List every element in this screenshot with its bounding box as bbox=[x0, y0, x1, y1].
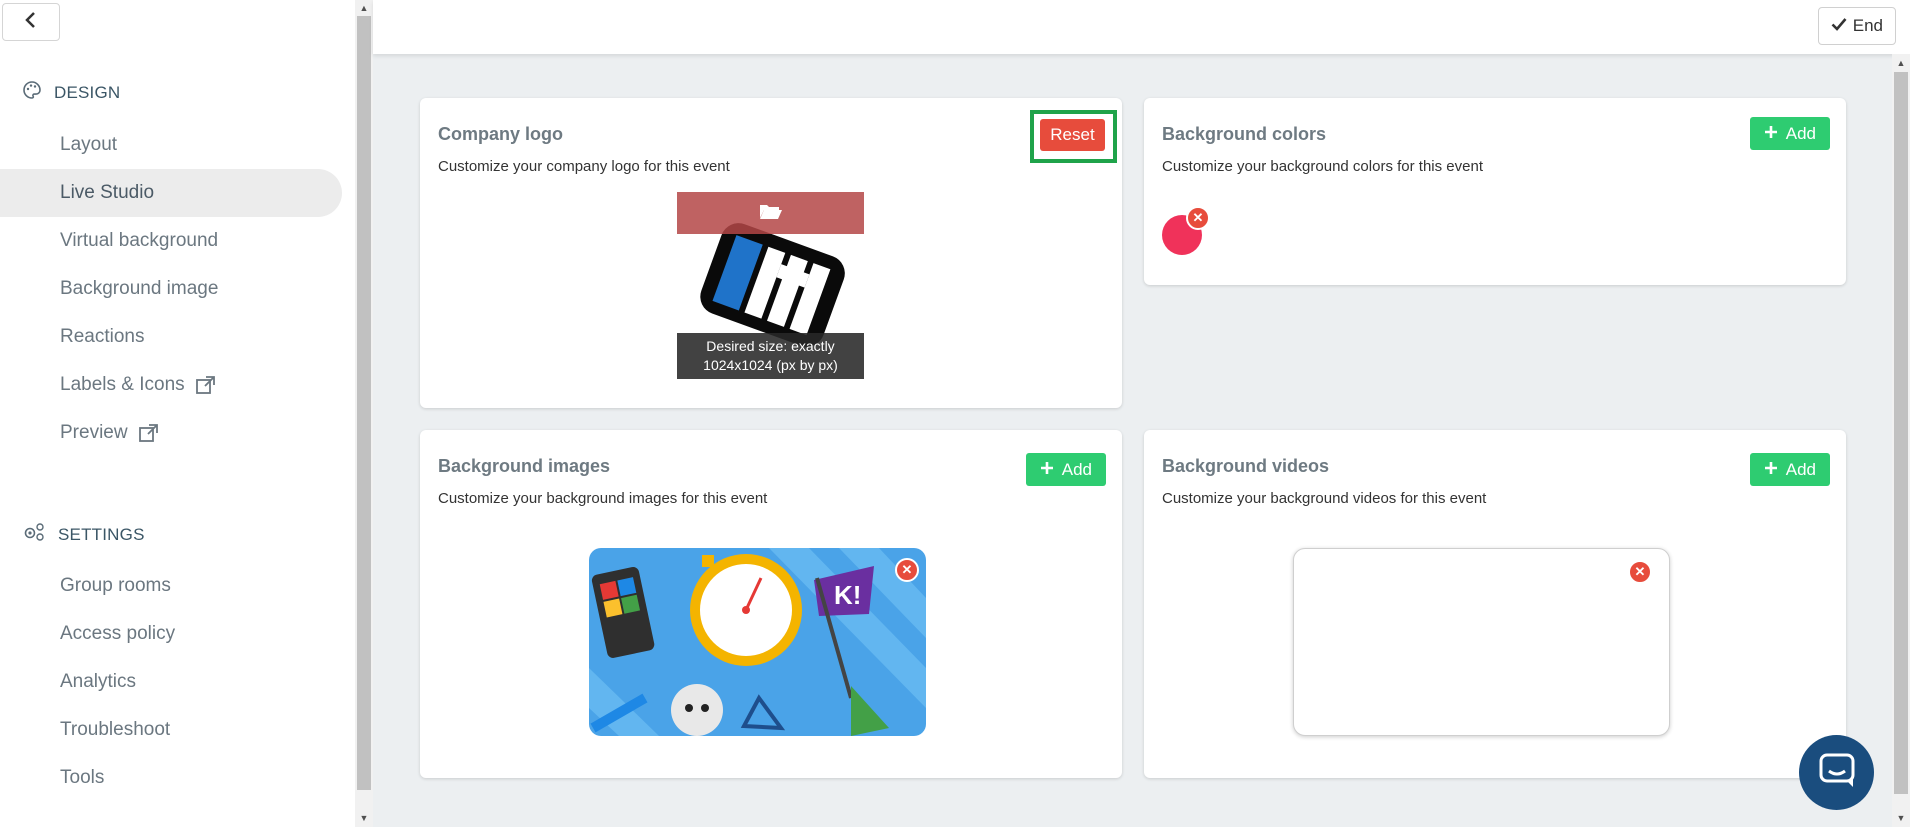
sidebar-item-preview[interactable]: Preview bbox=[0, 409, 342, 457]
check-icon bbox=[1831, 16, 1847, 36]
background-videos-card: Background videos Customize your backgro… bbox=[1144, 430, 1846, 778]
sidebar-item-live-studio[interactable]: Live Studio bbox=[0, 169, 342, 217]
chevron-left-icon bbox=[24, 11, 38, 34]
remove-color-button[interactable]: ✕ bbox=[1186, 206, 1210, 230]
close-icon: ✕ bbox=[901, 562, 913, 577]
add-background-image-button[interactable]: Add bbox=[1025, 453, 1106, 486]
settings-section-heading: SETTINGS bbox=[22, 522, 145, 547]
remove-image-button[interactable]: ✕ bbox=[895, 558, 919, 582]
sidebar-item-label: Preview bbox=[60, 422, 128, 443]
add-background-video-button[interactable]: Add bbox=[1749, 453, 1830, 486]
chat-launcher-button[interactable] bbox=[1799, 735, 1874, 810]
settings-heading-label: SETTINGS bbox=[58, 524, 145, 544]
add-label: Add bbox=[1061, 459, 1092, 479]
add-label: Add bbox=[1785, 123, 1816, 143]
size-hint-line: 1024x1024 (px by px) bbox=[703, 357, 838, 373]
sidebar-item-virtual-background[interactable]: Virtual background bbox=[0, 217, 342, 265]
palette-icon bbox=[22, 80, 42, 105]
sidebar-item-label: Access policy bbox=[60, 623, 176, 644]
card-title: Background colors bbox=[1162, 124, 1327, 144]
end-button[interactable]: End bbox=[1817, 7, 1896, 45]
sidebar-item-labels-icons[interactable]: Labels & Icons bbox=[0, 361, 342, 409]
sidebar-item-label: Group rooms bbox=[60, 575, 171, 596]
design-heading-label: DESIGN bbox=[54, 82, 121, 102]
scroll-up-arrow[interactable]: ▲ bbox=[357, 1, 371, 15]
sidebar-item-label: Layout bbox=[60, 134, 118, 155]
sidebar-item-background-image[interactable]: Background image bbox=[0, 265, 342, 313]
sidebar-item-access-policy[interactable]: Access policy bbox=[0, 610, 342, 658]
card-title: Background videos bbox=[1162, 456, 1330, 476]
background-images-card: Background images Customize your backgro… bbox=[420, 430, 1122, 778]
add-background-color-button[interactable]: Add bbox=[1749, 117, 1830, 150]
folder-open-icon bbox=[759, 202, 783, 225]
external-link-icon bbox=[195, 375, 217, 395]
sidebar-item-label: Live Studio bbox=[60, 182, 155, 203]
svg-text:K!: K! bbox=[834, 580, 861, 610]
sidebar-item-label: Reactions bbox=[60, 326, 145, 347]
size-hint-line: Desired size: exactly bbox=[706, 338, 835, 354]
reset-button[interactable]: Reset bbox=[1040, 119, 1105, 151]
size-hint: Desired size: exactly 1024x1024 (px by p… bbox=[677, 333, 864, 379]
close-icon: ✕ bbox=[1634, 564, 1646, 579]
upload-overlay[interactable] bbox=[677, 192, 864, 234]
background-image-thumbnail[interactable]: K! bbox=[589, 548, 926, 736]
background-colors-card: Background colors Customize your backgro… bbox=[1144, 98, 1846, 285]
top-bar: End bbox=[373, 0, 1910, 54]
external-link-icon bbox=[138, 423, 160, 443]
main-scrollbar-thumb[interactable] bbox=[1894, 72, 1908, 794]
logo-preview[interactable]: Desired size: exactly 1024x1024 (px by p… bbox=[677, 192, 864, 379]
sidebar-item-reactions[interactable]: Reactions bbox=[0, 313, 342, 361]
end-label: End bbox=[1852, 16, 1883, 35]
sidebar-item-troubleshoot[interactable]: Troubleshoot bbox=[0, 706, 342, 754]
chat-icon bbox=[1818, 752, 1856, 793]
card-title: Company logo bbox=[438, 124, 563, 144]
sidebar-item-layout[interactable]: Layout bbox=[0, 121, 342, 169]
card-description: Customize your background videos for thi… bbox=[1162, 490, 1487, 507]
close-icon: ✕ bbox=[1192, 210, 1204, 225]
gears-icon bbox=[22, 522, 46, 547]
company-logo-card: Company logo Customize your company logo… bbox=[420, 98, 1122, 408]
card-title: Background images bbox=[438, 456, 611, 476]
sidebar-scrollbar-thumb[interactable] bbox=[357, 16, 371, 790]
card-description: Customize your company logo for this eve… bbox=[438, 158, 730, 175]
scroll-up-arrow[interactable]: ▲ bbox=[1894, 56, 1908, 70]
background-image-picture: K! bbox=[589, 548, 926, 736]
plus-icon bbox=[1764, 460, 1778, 480]
plus-icon bbox=[1764, 124, 1778, 144]
sidebar-item-label: Analytics bbox=[60, 671, 137, 692]
design-section-heading: DESIGN bbox=[22, 80, 120, 105]
card-description: Customize your background images for thi… bbox=[438, 490, 768, 507]
sidebar-item-label: Background image bbox=[60, 278, 219, 299]
background-video-thumbnail[interactable] bbox=[1293, 548, 1670, 736]
remove-video-button[interactable]: ✕ bbox=[1628, 560, 1652, 584]
scroll-down-arrow[interactable]: ▼ bbox=[357, 811, 371, 825]
reset-label: Reset bbox=[1050, 125, 1095, 144]
add-label: Add bbox=[1785, 459, 1816, 479]
plus-icon bbox=[1040, 460, 1054, 480]
card-description: Customize your background colors for thi… bbox=[1162, 158, 1483, 175]
back-button[interactable] bbox=[2, 3, 60, 41]
sidebar: DESIGN Layout Live Studio Virtual backgr… bbox=[0, 0, 355, 827]
sidebar-item-label: Troubleshoot bbox=[60, 719, 171, 740]
sidebar-item-label: Tools bbox=[60, 767, 105, 788]
sidebar-item-label: Virtual background bbox=[60, 230, 219, 251]
sidebar-item-label: Labels & Icons bbox=[60, 374, 185, 395]
sidebar-item-analytics[interactable]: Analytics bbox=[0, 658, 342, 706]
sidebar-item-group-rooms[interactable]: Group rooms bbox=[0, 562, 342, 610]
sidebar-item-tools[interactable]: Tools bbox=[0, 754, 342, 802]
scroll-down-arrow[interactable]: ▼ bbox=[1894, 811, 1908, 825]
